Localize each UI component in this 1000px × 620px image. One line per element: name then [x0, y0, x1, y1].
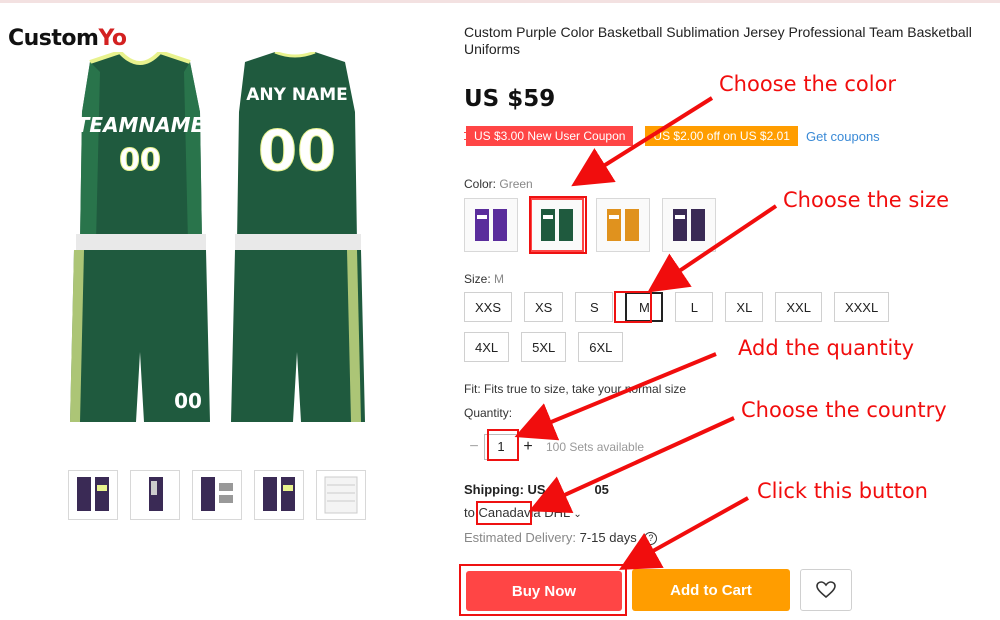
annotation-add-quantity: Add the quantity — [738, 336, 915, 360]
annotation-choose-color: Choose the color — [719, 72, 897, 96]
annotation-choose-size: Choose the size — [783, 188, 950, 212]
annotation-click-button: Click this button — [757, 479, 928, 503]
annotation-choose-country: Choose the country — [741, 398, 947, 422]
